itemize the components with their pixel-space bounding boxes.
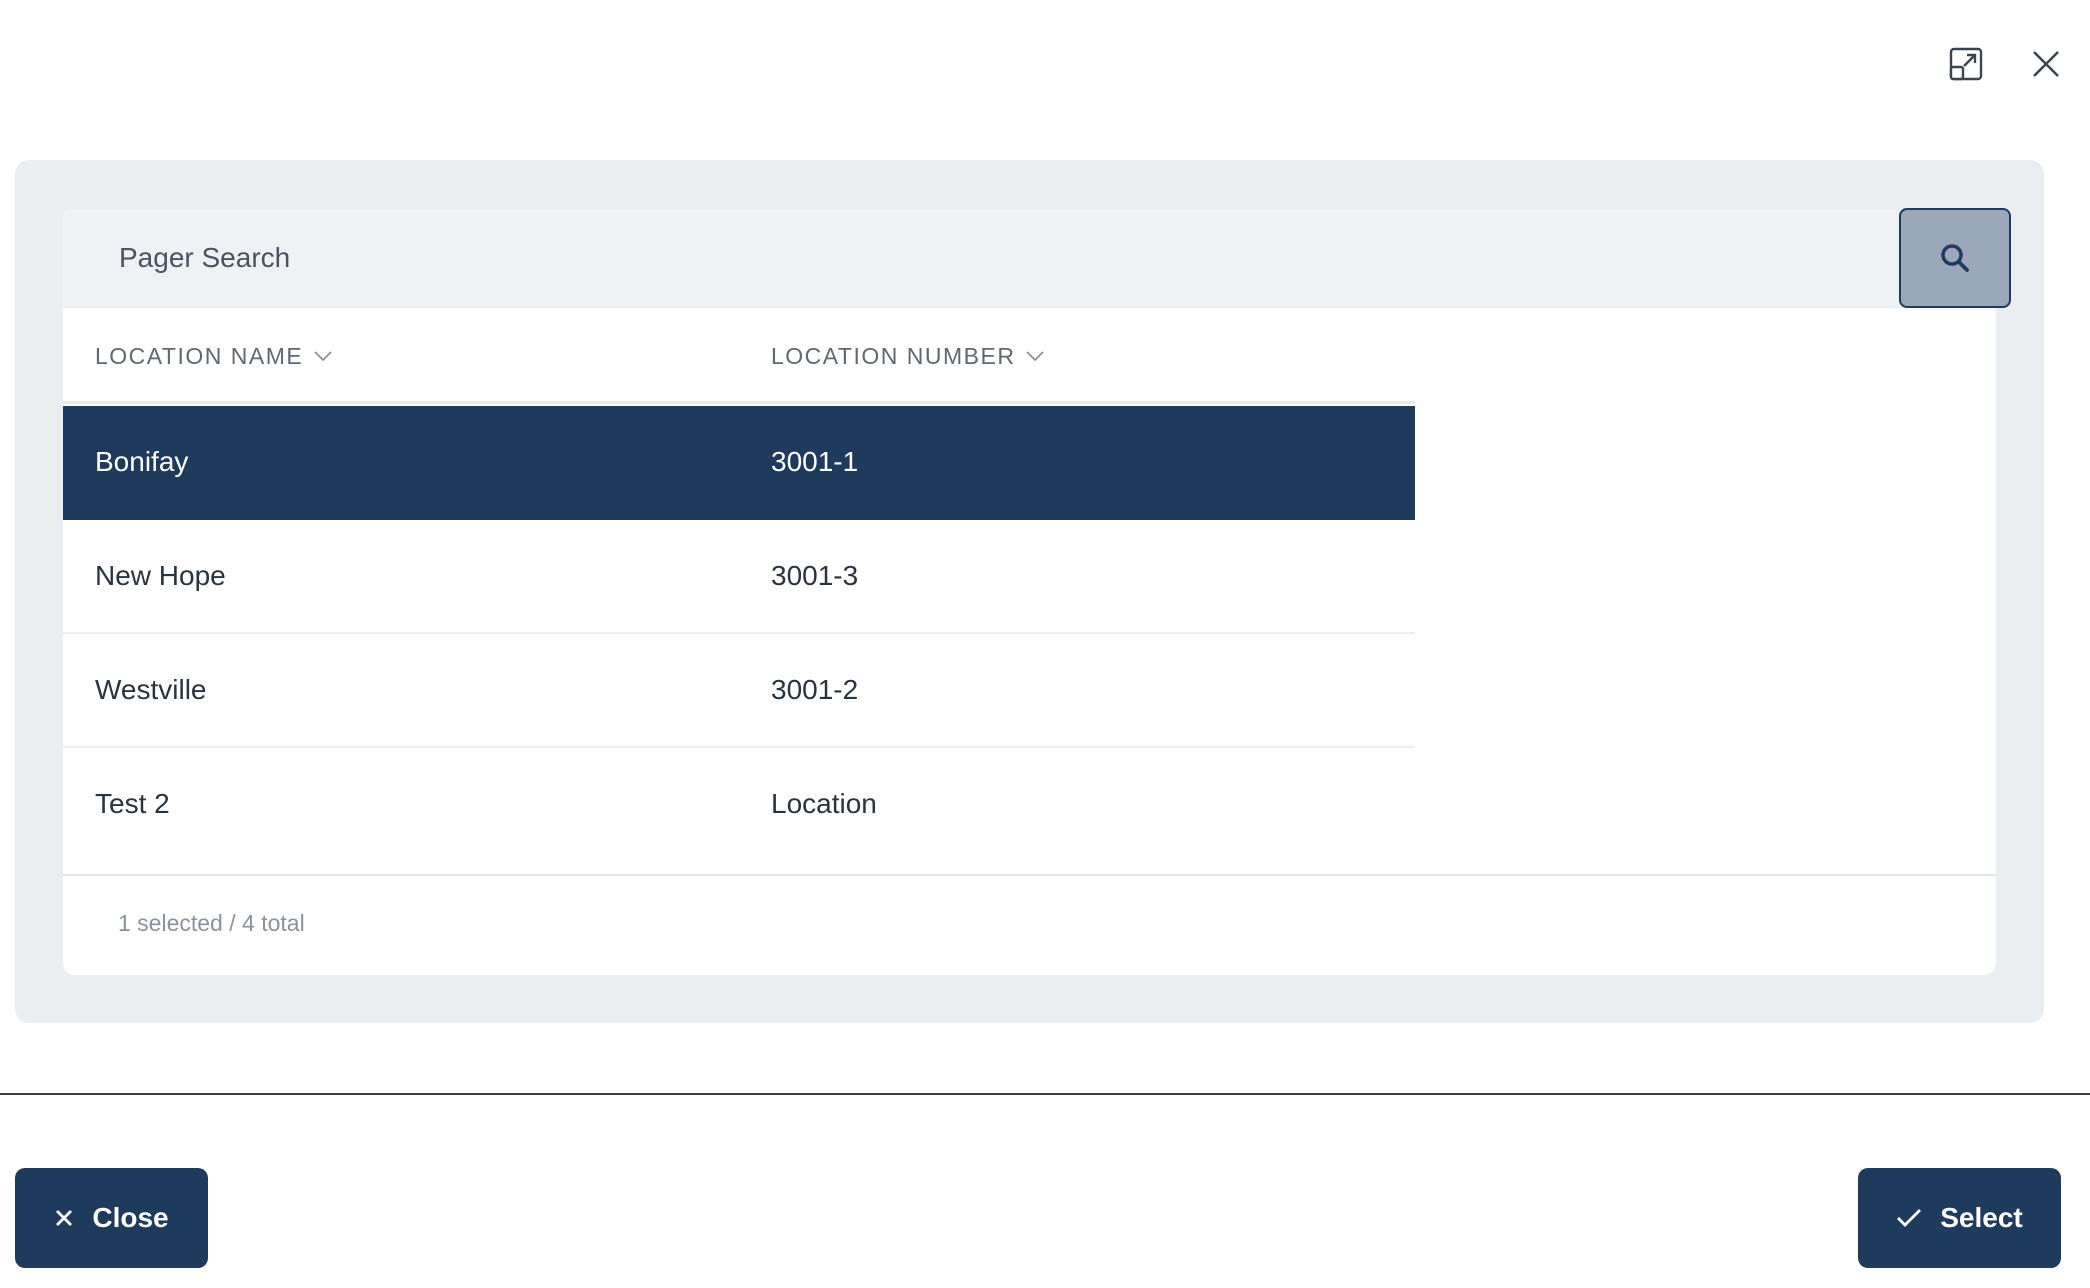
column-header-label: LOCATION NAME [95, 342, 304, 369]
check-icon [1896, 1208, 1922, 1228]
select-button[interactable]: Select [1858, 1168, 2061, 1268]
close-dialog-button[interactable] [2026, 44, 2066, 84]
search-button[interactable] [1899, 208, 2011, 308]
chevron-down-icon [1026, 351, 1045, 362]
cell-location-number: 3001-3 [771, 560, 859, 591]
table-row[interactable]: Bonifay 3001-1 [63, 406, 1415, 520]
cell-location-number: 3001-2 [771, 674, 859, 705]
table-footer: 1 selected / 4 total [63, 874, 1996, 975]
pager-search-input[interactable] [63, 209, 1883, 307]
column-header-location-name[interactable]: LOCATION NAME [95, 308, 333, 404]
cell-location-name: Bonifay [95, 446, 189, 477]
close-button[interactable]: Close [15, 1168, 208, 1268]
column-header-location-number[interactable]: LOCATION NUMBER [771, 308, 1045, 404]
table-row[interactable]: Westville 3001-2 [63, 634, 1415, 748]
close-icon [54, 1208, 74, 1228]
search-bar [63, 209, 1947, 307]
cell-location-number: 3001-1 [771, 446, 859, 477]
select-button-label: Select [1940, 1202, 2023, 1233]
table-row[interactable]: Test 2 Location [63, 748, 1415, 862]
close-icon [2033, 51, 2059, 77]
content-panel: LOCATION NAME LOCATION NUMBER Bonifay 30… [15, 160, 2044, 1023]
close-button-label: Close [92, 1202, 169, 1233]
table-header: LOCATION NAME LOCATION NUMBER [63, 308, 1415, 404]
chevron-down-icon [314, 351, 332, 362]
location-picker-dialog: LOCATION NAME LOCATION NUMBER Bonifay 30… [0, 0, 2090, 1288]
footer-divider [0, 1093, 2090, 1095]
cell-location-number: Location [771, 788, 877, 819]
cell-location-name: New Hope [95, 560, 226, 591]
expand-icon [1949, 47, 1983, 81]
cell-location-name: Test 2 [95, 788, 170, 819]
selection-count: 1 selected / 4 total [118, 910, 305, 936]
table-row[interactable]: New Hope 3001-3 [63, 520, 1415, 634]
column-header-label: LOCATION NUMBER [771, 342, 1016, 369]
expand-button[interactable] [1946, 44, 1986, 84]
search-icon [1941, 244, 1969, 272]
locations-table: LOCATION NAME LOCATION NUMBER Bonifay 30… [63, 308, 1996, 975]
cell-location-name: Westville [95, 674, 207, 705]
